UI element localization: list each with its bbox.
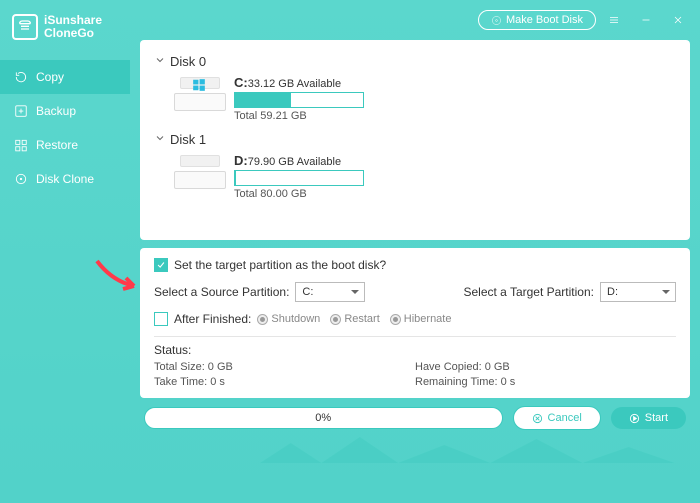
part-letter: C: (234, 75, 248, 90)
disk-icon (174, 153, 226, 189)
radio-dot-icon (257, 314, 268, 325)
copy-icon (14, 70, 28, 84)
status-take-time: Take Time: 0 s (154, 376, 415, 388)
disk-title-label: Disk 0 (170, 54, 206, 69)
cancel-button[interactable]: Cancel (513, 406, 601, 430)
play-icon (629, 413, 640, 424)
start-label: Start (645, 412, 668, 424)
main-content: Disk 0 C:33.12 GB Available Total 59.21 … (130, 0, 700, 503)
disk-icon (174, 75, 226, 111)
after-finished-checkbox[interactable] (154, 312, 168, 326)
status-remaining-time: Remaining Time: 0 s (415, 376, 676, 388)
sidebar-item-disk-clone[interactable]: Disk Clone (0, 162, 130, 196)
chevron-down-icon (154, 54, 166, 69)
part-avail: 79.90 GB Available (248, 156, 341, 168)
boot-disk-checkbox[interactable] (154, 258, 168, 272)
status-total-size: Total Size: 0 GB (154, 361, 415, 373)
part-letter: D: (234, 153, 248, 168)
partition-row-c[interactable]: C:33.12 GB Available Total 59.21 GB (154, 75, 676, 122)
disk-title-label: Disk 1 (170, 132, 206, 147)
sidebar-item-label: Disk Clone (36, 172, 94, 186)
target-partition-value: D: (607, 286, 618, 298)
progress-text: 0% (315, 412, 331, 424)
source-partition-select[interactable]: C: (295, 282, 365, 302)
logo-icon (12, 14, 38, 40)
partition-usage-bar (234, 170, 364, 186)
radio-label: Restart (344, 313, 379, 325)
cancel-label: Cancel (548, 412, 582, 424)
start-button[interactable]: Start (611, 407, 686, 429)
status-title: Status: (154, 343, 676, 357)
disk-1-header[interactable]: Disk 1 (154, 132, 676, 147)
chevron-down-icon (154, 132, 166, 147)
restore-icon (14, 138, 28, 152)
partition-row-d[interactable]: D:79.90 GB Available Total 80.00 GB (154, 153, 676, 200)
boot-disk-label: Set the target partition as the boot dis… (174, 258, 386, 272)
config-panel: Set the target partition as the boot dis… (140, 248, 690, 398)
source-partition-label: Select a Source Partition: (154, 285, 289, 299)
target-partition-label: Select a Target Partition: (463, 285, 594, 299)
sidebar-item-copy[interactable]: Copy (0, 60, 130, 94)
bottom-bar: 0% Cancel Start (140, 406, 690, 434)
cancel-icon (532, 413, 543, 424)
after-finished-label: After Finished: (174, 312, 251, 326)
app-logo: iSunshare CloneGo (0, 14, 130, 60)
status-have-copied: Have Copied: 0 GB (415, 361, 676, 373)
disk-clone-icon (14, 172, 28, 186)
decorative-trees (260, 429, 690, 463)
radio-dot-icon (330, 314, 341, 325)
source-partition-value: C: (302, 286, 313, 298)
radio-label: Shutdown (271, 313, 320, 325)
backup-icon (14, 104, 28, 118)
windows-icon (190, 78, 208, 92)
target-partition-select[interactable]: D: (600, 282, 676, 302)
sidebar-item-label: Restore (36, 138, 78, 152)
part-total: Total 80.00 GB (234, 188, 364, 200)
radio-shutdown[interactable]: Shutdown (257, 313, 320, 325)
part-total: Total 59.21 GB (234, 110, 364, 122)
radio-hibernate[interactable]: Hibernate (390, 313, 452, 325)
sidebar-item-backup[interactable]: Backup (0, 94, 130, 128)
partition-usage-bar (234, 92, 364, 108)
app-name-2: CloneGo (44, 27, 102, 40)
sidebar-item-label: Backup (36, 104, 76, 118)
radio-label: Hibernate (404, 313, 452, 325)
sidebar-item-label: Copy (36, 70, 64, 84)
sidebar: iSunshare CloneGo Copy Backup Restore Di… (0, 0, 130, 503)
sidebar-item-restore[interactable]: Restore (0, 128, 130, 162)
progress-bar: 0% (144, 407, 503, 429)
disk-0-header[interactable]: Disk 0 (154, 54, 676, 69)
radio-restart[interactable]: Restart (330, 313, 379, 325)
disks-panel: Disk 0 C:33.12 GB Available Total 59.21 … (140, 40, 690, 240)
part-avail: 33.12 GB Available (248, 78, 341, 90)
radio-dot-icon (390, 314, 401, 325)
